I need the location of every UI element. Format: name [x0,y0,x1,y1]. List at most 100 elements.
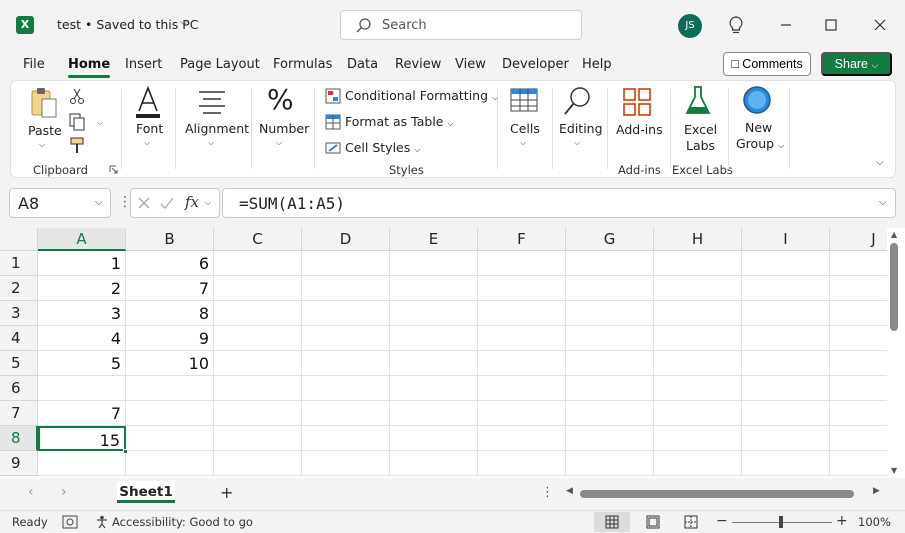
cell-i6[interactable] [742,376,830,401]
cell-c7[interactable] [214,401,302,426]
column-header-h[interactable]: H [654,228,742,251]
chevron-down-icon[interactable]: ⌵ [208,138,214,148]
cell-g2[interactable] [566,276,654,301]
cell-f3[interactable] [478,301,566,326]
number-label[interactable]: Number [259,121,309,136]
cell-c3[interactable] [214,301,302,326]
new-group-button[interactable]: Group ⌵ [736,136,784,151]
cells-icon[interactable] [510,85,538,113]
cell-e7[interactable] [390,401,478,426]
cell-g6[interactable] [566,376,654,401]
excel-labs-line2[interactable]: Labs [686,138,715,153]
cell-c2[interactable] [214,276,302,301]
cell-f7[interactable] [478,401,566,426]
column-header-b[interactable]: B [126,228,214,251]
tab-developer[interactable]: Developer [502,57,569,72]
cell-a7[interactable]: 7 [38,401,126,426]
cancel-icon[interactable] [137,196,151,210]
column-header-d[interactable]: D [302,228,390,251]
lightbulb-icon[interactable] [727,15,745,35]
dialog-launcher-icon[interactable] [109,165,119,175]
cell-g1[interactable] [566,251,654,276]
cell-c5[interactable] [214,351,302,376]
cell-d9[interactable] [302,451,390,476]
cell-h5[interactable] [654,351,742,376]
cell-h3[interactable] [654,301,742,326]
cell-h1[interactable] [654,251,742,276]
font-label[interactable]: Font [136,121,163,136]
tab-home[interactable]: Home [68,57,111,78]
zoom-out-icon[interactable]: − [716,513,728,529]
chevron-down-icon[interactable]: ⌵ [180,17,188,28]
fill-handle[interactable] [123,449,128,454]
row-header-8[interactable]: 8 [0,426,38,451]
cell-h4[interactable] [654,326,742,351]
tab-page-layout[interactable]: Page Layout [180,57,260,72]
cell-g5[interactable] [566,351,654,376]
row-header-3[interactable]: 3 [0,301,38,326]
cell-b8[interactable] [126,426,214,451]
comments-button[interactable]: □ Comments [723,52,811,76]
font-icon[interactable] [133,85,163,119]
editing-label[interactable]: Editing [559,121,603,136]
chevron-down-icon[interactable]: ⌵ [574,138,580,148]
scroll-up-arrow-icon[interactable]: ▲ [891,230,897,239]
cell-e9[interactable] [390,451,478,476]
name-box[interactable]: A8 ⌵ [9,188,111,218]
cell-styles-button[interactable]: Cell Styles ⌵ [345,140,420,155]
close-icon[interactable] [869,14,891,36]
alignment-icon[interactable] [197,89,227,115]
chevron-down-icon[interactable]: ⌵ [95,197,103,208]
cell-b2[interactable]: 7 [126,276,214,301]
row-header-6[interactable]: 6 [0,376,38,401]
tab-file[interactable]: File [23,57,45,72]
row-header-2[interactable]: 2 [0,276,38,301]
tab-insert[interactable]: Insert [125,57,162,72]
row-header-5[interactable]: 5 [0,351,38,376]
insert-function-icon[interactable]: fx [185,193,199,211]
cell-g3[interactable] [566,301,654,326]
cell-i5[interactable] [742,351,830,376]
paste-icon[interactable] [29,87,59,121]
document-title[interactable]: test • Saved to this PC [57,17,199,32]
new-group-icon[interactable] [742,85,772,115]
cell-a3[interactable]: 3 [38,301,126,326]
format-as-table-button[interactable]: Format as Table ⌵ [345,114,454,129]
accessibility-icon[interactable] [95,515,109,529]
copy-icon[interactable] [69,113,85,131]
column-header-e[interactable]: E [390,228,478,251]
editing-icon[interactable] [563,85,593,117]
next-sheet-arrow-icon[interactable]: › [61,484,67,500]
cell-f8[interactable] [478,426,566,451]
cell-i4[interactable] [742,326,830,351]
cell-d6[interactable] [302,376,390,401]
enter-check-icon[interactable] [160,196,174,210]
cell-e2[interactable] [390,276,478,301]
cell-b6[interactable] [126,376,214,401]
chevron-down-icon[interactable]: ⌵ [97,118,103,128]
cell-h2[interactable] [654,276,742,301]
row-header-7[interactable]: 7 [0,401,38,426]
cell-e4[interactable] [390,326,478,351]
column-header-f[interactable]: F [478,228,566,251]
cell-e5[interactable] [390,351,478,376]
chevron-down-icon[interactable]: ⌵ [144,138,150,148]
tab-data[interactable]: Data [347,57,378,72]
cell-c8[interactable] [214,426,302,451]
excel-labs-line1[interactable]: Excel [684,122,717,137]
cell-b7[interactable] [126,401,214,426]
sheet-tab-sheet1[interactable]: Sheet1 [117,481,175,503]
cell-c9[interactable] [214,451,302,476]
cell-i8[interactable] [742,426,830,451]
cell-i9[interactable] [742,451,830,476]
cell-c6[interactable] [214,376,302,401]
tab-view[interactable]: View [455,57,486,72]
zoom-slider-thumb[interactable] [779,516,783,528]
cell-d2[interactable] [302,276,390,301]
accessibility-status[interactable]: Accessibility: Good to go [112,515,253,529]
row-header-9[interactable]: 9 [0,451,38,476]
spreadsheet-grid[interactable]: A B C D E F G H I J 1 1 6 2 2 7 3 3 8 4 4 9 5 5 10 6 7 7 8 15 9 [0,228,905,478]
share-button[interactable]: Share ⌵ [821,52,892,76]
cell-h8[interactable] [654,426,742,451]
chevron-down-icon[interactable]: ⌵ [276,138,282,148]
